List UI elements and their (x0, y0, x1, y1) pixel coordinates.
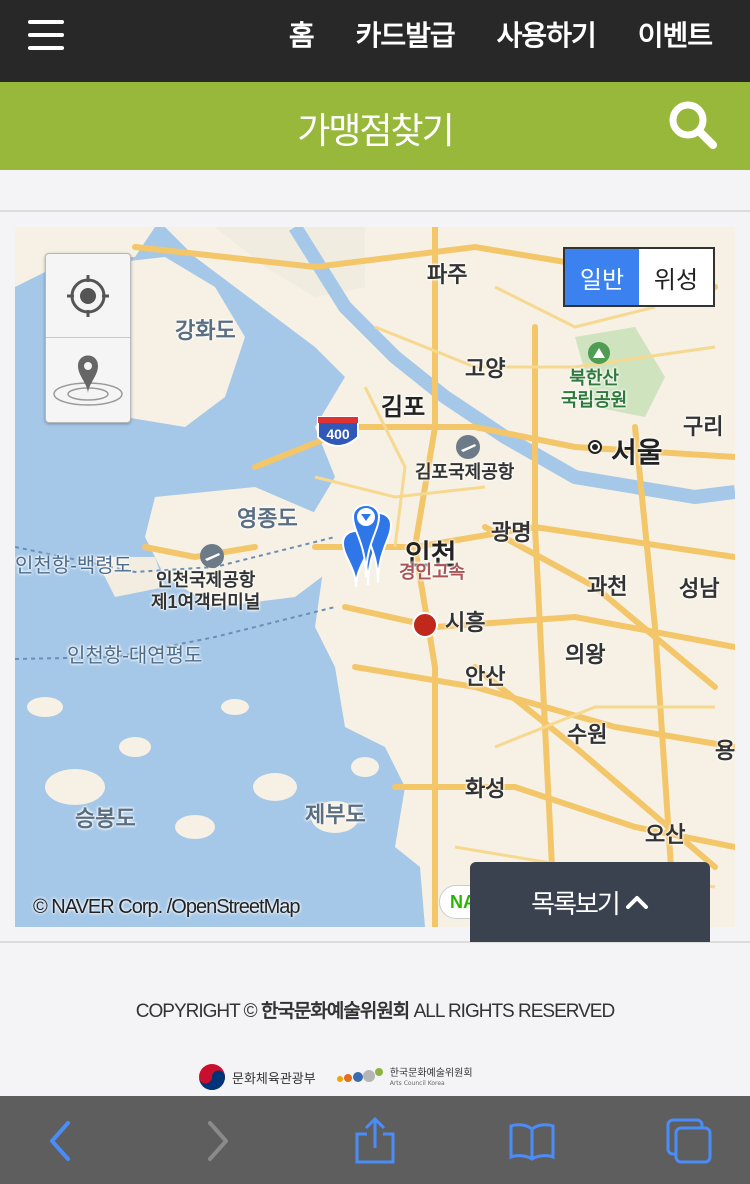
map-label-seongnam: 성남 (679, 576, 720, 601)
tabs-icon (666, 1118, 712, 1164)
bookmarks-button[interactable] (505, 1114, 559, 1168)
map-label-incheon-airport: 인천국제공항 제1여객터미널 (151, 570, 261, 612)
footer-copyright: COPYRIGHT © 한국문화예술위원회 ALL RIGHTS RESERVE… (0, 996, 750, 1023)
map-attribution: © NAVER Corp. /OpenStreetMap (33, 896, 300, 918)
map-type-toggle: 일반 위성 (563, 247, 715, 307)
arko-logo[interactable]: 한국문화예술위원회 Arts Council Korea (334, 1067, 473, 1087)
map-label-seoul: 서울 (611, 437, 663, 468)
highway-400-label: 400 (326, 426, 350, 442)
share-button[interactable] (348, 1114, 402, 1168)
page-title: 가맹점찾기 (297, 111, 455, 152)
footer-logos: 문화체육관광부 한국문화예술위원회 Arts Council Korea (198, 1060, 473, 1094)
arko-logo-subtext: Arts Council Korea (389, 1079, 445, 1087)
chevron-left-icon (50, 1121, 70, 1161)
highway-400-icon: 400 (317, 416, 359, 447)
incheon-airport-icon (200, 544, 224, 568)
map-label-ansan: 안산 (465, 664, 506, 689)
map-controls (45, 253, 131, 423)
arko-logo-text: 한국문화예술위원회 (389, 1067, 473, 1079)
hamburger-menu-icon[interactable] (28, 20, 64, 50)
map-label-yong: 용 (715, 738, 735, 763)
mcst-logo[interactable]: 문화체육관광부 (198, 1063, 316, 1091)
map-type-satellite[interactable]: 위성 (639, 249, 713, 305)
nav-link-how-to-use[interactable]: 사용하기 (497, 14, 597, 54)
crosshair-icon (67, 274, 109, 317)
map-label-guri: 구리 (683, 414, 724, 439)
taegeuk-icon (199, 1064, 225, 1090)
nearby-location-button[interactable] (46, 338, 130, 422)
map-label-seungbongdo: 승봉도 (75, 806, 136, 831)
nav-link-card-issue[interactable]: 카드발급 (356, 14, 456, 54)
map-label-jebudo: 제부도 (305, 802, 366, 827)
map-label-ferry-daeyeonpyeong: 인천항-대연평도 (67, 645, 203, 667)
top-navigation: 홈 카드발급 사용하기 이벤트 (0, 0, 750, 82)
map-label-goyang: 고양 (465, 356, 506, 381)
map-label-ferry-baengnyeong: 인천항-백령도 (15, 555, 133, 577)
locate-me-button[interactable] (46, 254, 130, 338)
back-button[interactable] (34, 1114, 88, 1168)
chevron-right-icon (208, 1121, 228, 1161)
capital-dot-icon (588, 440, 602, 454)
gimpo-airport-icon (456, 435, 480, 459)
map-label-gwangmyeong: 광명 (491, 520, 532, 545)
browser-toolbar (0, 1096, 750, 1184)
current-location-marker (412, 612, 438, 638)
copyright-org: 한국문화예술위원회 (260, 1001, 410, 1022)
divider (0, 210, 750, 212)
page-header: 가맹점찾기 (0, 82, 750, 170)
share-icon (355, 1116, 395, 1164)
chevron-up-icon (625, 896, 648, 909)
park-icon (588, 342, 610, 364)
copyright-suffix: ALL RIGHTS RESERVED (409, 1001, 616, 1022)
map-label-suwon: 수원 (567, 722, 608, 747)
map-type-normal[interactable]: 일반 (565, 249, 639, 305)
search-icon (669, 101, 717, 149)
map-label-hwaseong: 화성 (465, 776, 506, 801)
map-label-bukhansan: 북한산 국립공원 (561, 368, 628, 410)
map-label-gimpo: 김포 (381, 394, 426, 421)
book-icon (509, 1123, 555, 1161)
search-button[interactable] (666, 98, 720, 152)
map-label-uiwang: 의왕 (565, 642, 606, 667)
store-markers-cluster[interactable] (335, 497, 415, 589)
map-label-paju: 파주 (427, 262, 468, 287)
nav-link-event[interactable]: 이벤트 (638, 14, 713, 54)
view-list-label: 목록보기 (531, 889, 621, 920)
nav-links: 홈 카드발급 사용하기 이벤트 (289, 14, 713, 54)
map-label-gwacheon: 과천 (587, 574, 628, 599)
map-label-ganghwado: 강화도 (175, 318, 236, 343)
map-label-siheung: 시흥 (445, 610, 486, 635)
tabs-button[interactable] (662, 1114, 716, 1168)
copyright-prefix: COPYRIGHT © (135, 1001, 261, 1022)
arko-dots-icon (336, 1068, 383, 1082)
location-pin-icon (53, 355, 123, 406)
map-label-osan: 오산 (645, 822, 686, 847)
mcst-logo-text: 문화체육관광부 (232, 1071, 316, 1087)
view-list-button[interactable]: 목록보기 (470, 862, 710, 942)
nav-link-home[interactable]: 홈 (289, 14, 315, 54)
store-map[interactable]: 400 파주 강화도 고양 북한산 국립공원 김포 구리 서울 김포국제공항 영… (15, 227, 735, 927)
forward-button[interactable] (190, 1114, 244, 1168)
map-label-gimpo-airport: 김포국제공항 (415, 462, 515, 482)
map-label-yeongjongdo: 영종도 (237, 506, 298, 531)
